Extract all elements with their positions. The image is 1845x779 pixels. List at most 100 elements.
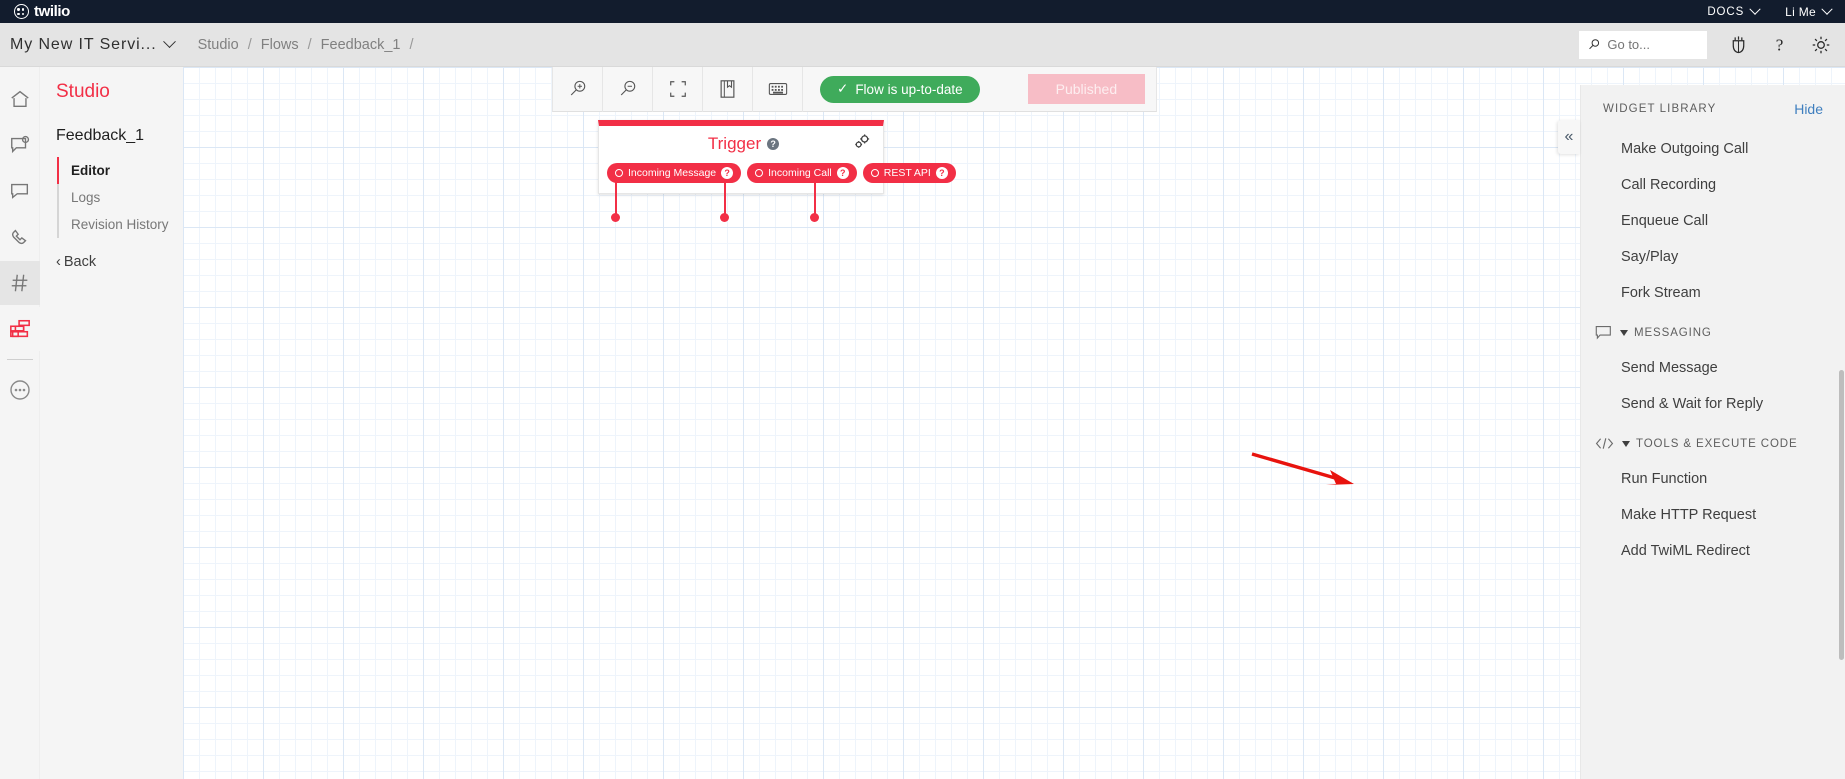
sidebar-item-studio[interactable] (0, 307, 40, 351)
widget-library-scrollbar[interactable] (1839, 370, 1844, 660)
sidebar-item-chat[interactable] (0, 169, 40, 213)
trigger-pill-rest-api[interactable]: REST API ? (862, 163, 956, 183)
library-button[interactable] (703, 67, 753, 112)
fit-to-screen-button[interactable] (653, 67, 703, 112)
help-icon[interactable]: ? (1770, 35, 1789, 55)
flow-status-label: Flow is up-to-date (855, 81, 963, 97)
chevron-down-icon (1622, 440, 1630, 447)
widget-item-make-outgoing-call[interactable]: Make Outgoing Call (1581, 131, 1845, 167)
library-icon (720, 80, 735, 98)
sidebar-item-home[interactable] (0, 77, 40, 121)
chevron-down-icon (162, 35, 176, 49)
user-menu[interactable]: Li Me (1785, 3, 1833, 19)
zoom-out-icon (620, 80, 635, 96)
help-icon[interactable]: ? (721, 167, 734, 179)
chevron-down-icon (1749, 3, 1761, 15)
breadcrumb-separator: / (307, 36, 312, 53)
widget-item-call-recording[interactable]: Call Recording (1581, 167, 1845, 203)
breadcrumb-item-studio[interactable]: Studio (198, 37, 239, 53)
widget-item-send-and-wait-for-reply[interactable]: Send & Wait for Reply (1581, 386, 1845, 422)
trigger-widget[interactable]: Trigger ? Incoming Message ? Incoming Ca… (598, 120, 956, 194)
widget-item-enqueue-call[interactable]: Enqueue Call (1581, 203, 1845, 239)
widget-item-fork-stream[interactable]: Fork Stream (1581, 275, 1845, 311)
radio-icon (870, 169, 879, 177)
back-label: Back (63, 254, 97, 270)
product-icon-rail (0, 67, 40, 779)
sidebar-item-phone-numbers[interactable] (0, 261, 40, 305)
breadcrumb-item-feedback[interactable]: Feedback_1 (321, 37, 401, 53)
widget-library-header: WIDGET LIBRARY Hide (1581, 85, 1845, 131)
section-text: MESSAGING (1634, 326, 1712, 339)
more-icon (9, 380, 30, 400)
gear-icon (855, 134, 870, 148)
connector-line-incoming-call (724, 181, 726, 215)
back-button[interactable]: ‹ Back (56, 254, 183, 270)
voice-icon (11, 229, 27, 245)
connector-endpoint-incoming-message[interactable] (611, 213, 620, 222)
svg-text:?: ? (1776, 35, 1784, 54)
widget-item-make-http-request[interactable]: Make HTTP Request (1581, 497, 1845, 533)
messaging-icon (10, 135, 29, 154)
breadcrumb-path: Studio / Flows / Feedback_1 / (198, 37, 414, 53)
collapse-library-button[interactable]: « (1558, 120, 1580, 154)
sidebar-item-more[interactable] (0, 368, 40, 412)
help-icon[interactable]: ? (767, 138, 780, 150)
trigger-outputs: Incoming Message ? Incoming Call ? REST … (599, 155, 956, 193)
help-icon[interactable]: ? (935, 167, 948, 179)
radio-icon (755, 169, 764, 177)
studio-icon (9, 319, 30, 338)
trigger-pill-incoming-call[interactable]: Incoming Call ? (747, 163, 857, 183)
trigger-title: Trigger ? (633, 134, 854, 154)
widget-section-label: MESSAGING (1620, 327, 1712, 339)
chat-icon (10, 183, 28, 199)
twilio-wordmark: twilio (34, 3, 70, 20)
gear-icon[interactable] (1811, 35, 1831, 55)
trigger-pill-incoming-message[interactable]: Incoming Message ? (607, 163, 742, 183)
sidebar-item-logs[interactable]: Logs (59, 184, 183, 211)
top-navigation-right: DOCS Li Me (1707, 3, 1833, 19)
bug-icon[interactable] (1729, 35, 1748, 54)
back-chevron-icon: ‹ (56, 254, 61, 270)
connector-line-incoming-message (615, 181, 617, 215)
home-icon (10, 90, 29, 108)
widget-library-panel: WIDGET LIBRARY Hide Make Outgoing Call C… (1580, 85, 1845, 779)
widget-item-add-twiml-redirect[interactable]: Add TwiML Redirect (1581, 533, 1845, 569)
code-icon (1595, 438, 1614, 449)
breadcrumb-item-flows[interactable]: Flows (261, 37, 299, 53)
widget-section-label: TOOLS & EXECUTE CODE (1622, 438, 1798, 450)
sidebar-item-messaging[interactable] (0, 123, 40, 167)
search-input[interactable] (1607, 37, 1698, 52)
pill-label: Incoming Call (768, 167, 832, 179)
widget-item-run-function[interactable]: Run Function (1581, 461, 1845, 497)
twilio-logo[interactable]: twilio (14, 3, 70, 20)
rail-divider (6, 359, 33, 360)
sidebar-flow-name: Feedback_1 (56, 127, 145, 144)
widget-item-send-message[interactable]: Send Message (1581, 350, 1845, 386)
docs-menu[interactable]: DOCS (1707, 3, 1761, 18)
widget-section-messaging[interactable]: MESSAGING (1581, 311, 1845, 350)
messaging-icon (1595, 325, 1611, 340)
breadcrumb-bar: My New IT Servi... Studio / Flows / Feed… (0, 23, 1845, 67)
zoom-in-button[interactable] (553, 67, 603, 112)
zoom-out-button[interactable] (603, 67, 653, 112)
docs-label: DOCS (1707, 5, 1745, 18)
trigger-title-label: Trigger (707, 134, 762, 153)
help-icon[interactable]: ? (836, 167, 849, 179)
connector-endpoint-incoming-call[interactable] (720, 213, 729, 222)
sidebar-item-revision-history[interactable]: Revision History (59, 211, 183, 238)
account-selector[interactable]: My New IT Servi... (10, 35, 176, 54)
publish-button[interactable]: Published (1027, 74, 1146, 104)
sidebar-item-voice[interactable] (0, 215, 40, 259)
widget-section-tools-execute-code[interactable]: TOOLS & EXECUTE CODE (1581, 422, 1845, 461)
sidebar-item-editor[interactable]: Editor (57, 157, 183, 184)
connector-endpoint-rest-api[interactable] (810, 213, 819, 222)
sidebar-links: Editor Logs Revision History (57, 157, 183, 238)
trigger-settings-button[interactable] (854, 133, 871, 155)
trigger-header: Trigger ? (599, 126, 883, 155)
widget-item-say-play[interactable]: Say/Play (1581, 239, 1845, 275)
hide-library-button[interactable]: Hide (1794, 101, 1823, 117)
flow-status-badge: ✓ Flow is up-to-date (820, 75, 980, 103)
keyboard-shortcuts-button[interactable] (753, 67, 803, 112)
search-icon (1589, 39, 1600, 50)
search-box[interactable] (1579, 30, 1707, 59)
